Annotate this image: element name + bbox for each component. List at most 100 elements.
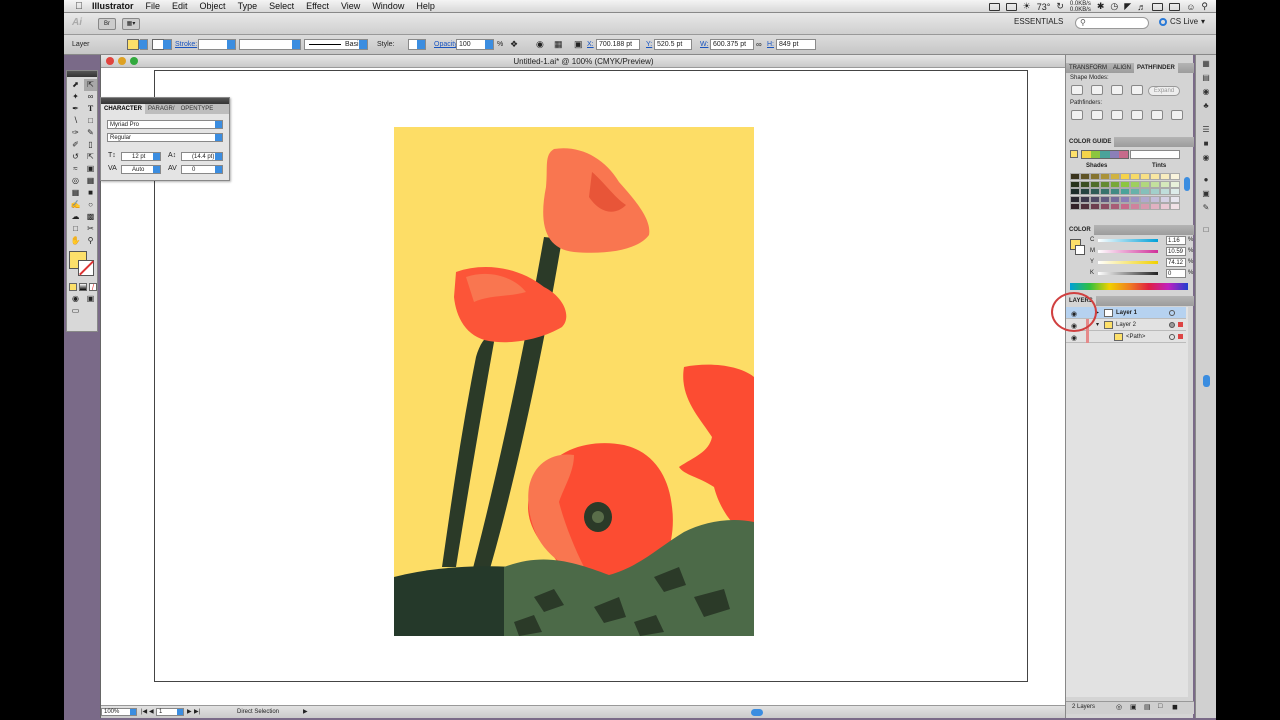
color-variation-swatch[interactable] [1090,203,1100,210]
locate-object-icon[interactable]: ◎ [1116,703,1122,711]
rectangle-tool-icon[interactable]: □ [84,115,97,127]
base-color-swatch[interactable] [1070,150,1078,158]
kerning-field[interactable]: Auto [121,165,161,174]
document-title-bar[interactable]: Untitled-1.ai* @ 100% (CMYK/Preview) [101,55,1066,68]
draw-normal-icon[interactable]: ◉ [69,293,82,305]
color-variation-swatch[interactable] [1100,203,1110,210]
layer-name[interactable]: <Path> [1126,331,1145,343]
slice-tool-icon[interactable]: ✂ [84,223,97,235]
tracking-field[interactable]: 0 [181,165,223,174]
leading-field[interactable]: (14.4 pt) [181,152,223,161]
line-tool-icon[interactable]: ∖ [69,115,82,127]
outline-button[interactable] [1151,110,1163,120]
next-artboard-button[interactable]: ▶ [187,708,192,715]
time-machine-icon[interactable]: ◷ [1110,1,1118,12]
color-variation-swatch[interactable] [1070,203,1080,210]
color-variation-swatch[interactable] [1090,188,1100,195]
channel-slider-track[interactable] [1098,261,1158,264]
selection-tool-icon[interactable]: ⬈ [69,79,82,91]
color-mode-icon[interactable] [69,283,77,291]
tab-align[interactable]: ALIGN [1110,63,1134,73]
color-variation-swatch[interactable] [1080,180,1090,188]
stroke-label[interactable]: Stroke: [175,39,197,50]
x-label[interactable]: X: [587,39,594,50]
channel-value-field[interactable]: 1.16 [1166,236,1186,245]
brush-dropdown[interactable]: Basic [304,39,368,50]
color-spectrum-bar[interactable] [1070,283,1188,290]
bridge-button[interactable]: Br [98,17,116,30]
color-variation-swatch[interactable] [1160,188,1170,195]
color-variation-swatch[interactable] [1120,180,1130,188]
tab-transform[interactable]: TRANSFORM [1066,63,1110,73]
stroke-dropdown[interactable] [163,39,172,50]
color-variation-swatch[interactable] [1120,195,1130,203]
volume-icon[interactable]: ♬ [1137,2,1146,12]
color-variation-swatch[interactable] [1130,188,1140,195]
color-variation-swatch[interactable] [1090,195,1100,203]
poppy-artwork[interactable] [394,127,754,636]
draw-behind-icon[interactable]: ▣ [84,293,97,305]
color-variation-swatch[interactable] [1150,188,1160,195]
color-variation-swatch[interactable] [1110,203,1120,210]
layer-name[interactable]: Layer 2 [1116,319,1136,331]
direct-selection-tool-icon[interactable]: ⇱ [84,79,97,91]
symbols-panel-icon[interactable]: ♣ [1200,101,1212,111]
color-variation-swatch[interactable] [1150,195,1160,203]
selection-indicator-icon[interactable] [1178,334,1183,339]
sync-icon[interactable]: ↻ [1056,1,1064,12]
last-artboard-button[interactable]: ▶| [194,708,200,715]
align-panel-icon[interactable]: ▤ [1200,73,1212,83]
channel-slider-track[interactable] [1098,239,1158,242]
transform-panel-icon[interactable]: ▦ [1200,59,1212,69]
pathfinder-panel-icon[interactable]: ◉ [1200,87,1212,97]
font-size-field[interactable]: 12 pt [121,152,161,161]
delete-layer-icon[interactable]: ◼ [1172,703,1178,711]
color-variation-swatch[interactable] [1110,180,1120,188]
scale-tool-icon[interactable]: ⇱ [84,151,97,163]
color-variation-swatch[interactable] [1080,188,1090,195]
color-guide-header[interactable]: COLOR GUIDE [1066,137,1194,147]
menu-effect[interactable]: Effect [300,1,335,11]
camera-icon[interactable] [988,2,1000,11]
harmony-color-swatch[interactable] [1100,151,1110,158]
airplay-icon[interactable] [1169,2,1181,11]
layer-row-path[interactable]: ◉ <Path> [1066,331,1186,343]
color-variation-swatch[interactable] [1100,195,1110,203]
close-window-button[interactable] [106,57,114,65]
status-tool-name[interactable]: Direct Selection [237,709,279,715]
target-circle-icon[interactable] [1169,322,1175,328]
links-panel-icon[interactable]: □ [1200,225,1212,235]
intersect-button[interactable] [1111,85,1123,95]
harmony-color-swatch[interactable] [1091,151,1101,158]
layer-name[interactable]: Layer 1 [1116,307,1137,319]
color-variation-swatch[interactable] [1140,180,1150,188]
color-guide-scrollbar[interactable] [1184,177,1190,191]
wifi-icon[interactable]: ◤ [1124,1,1131,12]
zoom-window-button[interactable] [130,57,138,65]
selection-indicator-icon[interactable] [1178,322,1183,327]
tab-character[interactable]: CHARACTER [101,104,145,114]
divide-button[interactable] [1071,110,1083,120]
bluetooth-icon[interactable]: ✱ [1097,1,1105,12]
menu-edit[interactable]: Edit [166,1,194,11]
gradient-mode-icon[interactable] [79,283,87,291]
stroke-color-swatch[interactable] [78,260,94,276]
minus-back-button[interactable] [1171,110,1183,120]
color-variation-swatch[interactable] [1170,203,1180,210]
color-variation-swatch[interactable] [1080,195,1090,203]
previous-artboard-button[interactable]: ◀ [149,708,154,715]
brushes-panel-icon[interactable]: ✎ [1200,203,1212,213]
menu-select[interactable]: Select [263,1,300,11]
tab-paragraph[interactable]: PARAGR/ [145,104,178,114]
color-variation-swatch[interactable] [1130,173,1140,180]
menu-object[interactable]: Object [194,1,232,11]
color-variation-swatch[interactable] [1130,203,1140,210]
lasso-tool-icon[interactable]: ∞ [84,91,97,103]
status-menu-arrow[interactable]: ▶ [303,708,308,715]
shape-builder-tool-icon[interactable]: ◎ [69,175,82,187]
color-slider-k[interactable]: K 0% [1070,269,1193,279]
harmony-color-swatch[interactable] [1118,151,1129,158]
graphic-styles-panel-icon[interactable]: ▣ [1200,189,1212,199]
tab-color-guide[interactable]: COLOR GUIDE [1066,137,1115,147]
align-icon[interactable]: ▦ [554,39,563,50]
